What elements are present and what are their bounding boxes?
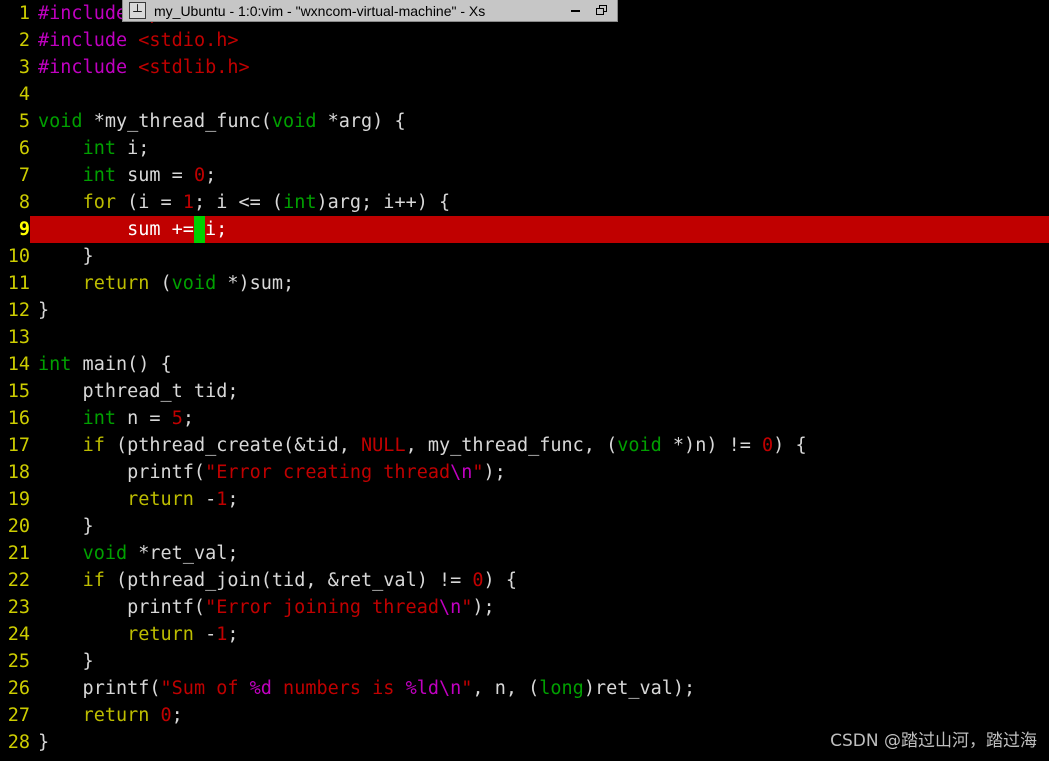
line-number: 18 — [7, 462, 30, 483]
line-content: void *ret_val; — [82, 543, 239, 564]
code-line[interactable]: 24 return -1; — [0, 621, 1049, 648]
code-line[interactable]: 11 return (void *)sum; — [0, 270, 1049, 297]
minimize-icon — [570, 9, 580, 12]
code-line[interactable]: 4 — [0, 81, 1049, 108]
line-number: 13 — [7, 327, 30, 348]
line-content: void *my_thread_func(void *arg) { — [38, 111, 406, 132]
line-content: } — [38, 651, 94, 672]
line-number: 23 — [7, 597, 30, 618]
line-number: 16 — [7, 408, 30, 429]
code-line[interactable]: 19 return -1; — [0, 486, 1049, 513]
vim-window-icon[interactable]: ┴ — [129, 2, 146, 19]
code-line[interactable]: 7 int sum = 0; — [0, 162, 1049, 189]
line-number: 12 — [7, 300, 30, 321]
line-number: 5 — [18, 111, 30, 132]
window-titlebar[interactable]: ┴ my_Ubuntu - 1:0:vim - "wxncom-virtual-… — [122, 0, 618, 22]
line-content: int main() { — [38, 354, 172, 375]
line-content: } — [38, 732, 50, 753]
code-line[interactable]: 25 } — [0, 648, 1049, 675]
line-number: 3 — [18, 57, 30, 78]
minimize-button[interactable] — [567, 3, 583, 19]
line-content: printf("Error joining thread\n"); — [38, 597, 495, 618]
line-content: return -1; — [127, 489, 239, 510]
line-number: 26 — [7, 678, 30, 699]
line-content: if (pthread_create(&tid, NULL, my_thread… — [82, 435, 807, 456]
line-content: int i; — [82, 138, 150, 159]
line-number: 14 — [7, 354, 30, 375]
code-line[interactable]: 8 for (i = 1; i <= (int)arg; i++) { — [0, 189, 1049, 216]
code-line[interactable]: 17 if (pthread_create(&tid, NULL, my_thr… — [0, 432, 1049, 459]
line-number: 7 — [18, 165, 30, 186]
line-content: #include <stdlib.h> — [38, 57, 250, 78]
restore-icon — [595, 5, 607, 16]
line-content: printf("Sum of %d numbers is %ld\n", n, … — [38, 678, 696, 699]
window-controls — [567, 3, 609, 19]
code-line[interactable]: 10 } — [0, 243, 1049, 270]
line-number: 17 — [7, 435, 30, 456]
line-number: 6 — [18, 138, 30, 159]
line-number: 8 — [18, 192, 30, 213]
line-number: 11 — [7, 273, 30, 294]
terminal-screen: 1#include <pthread.h> 2#include <stdio.h… — [0, 0, 1049, 761]
line-content: if (pthread_join(tid, &ret_val) != 0) { — [82, 570, 517, 591]
code-line[interactable]: 5 void *my_thread_func(void *arg) { — [0, 108, 1049, 135]
code-line[interactable]: 3 #include <stdlib.h> — [0, 54, 1049, 81]
code-line[interactable]: 13 — [0, 324, 1049, 351]
line-number: 27 — [7, 705, 30, 726]
line-number: 4 — [18, 84, 30, 105]
line-content: } — [38, 246, 94, 267]
code-line[interactable]: 27 return 0; — [0, 702, 1049, 729]
line-number: 9 — [0, 216, 30, 243]
line-content: } — [38, 516, 94, 537]
line-content: return (void *)sum; — [82, 273, 295, 294]
code-line[interactable]: 20 } — [0, 513, 1049, 540]
line-content: #include <stdio.h> — [38, 30, 239, 51]
code-line[interactable]: 14 int main() { — [0, 351, 1049, 378]
line-content: } — [38, 300, 50, 321]
code-line[interactable]: 23 printf("Error joining thread\n"); — [0, 594, 1049, 621]
line-content: pthread_t tid; — [38, 381, 239, 402]
line-number: 2 — [18, 30, 30, 51]
line-content: printf("Error creating thread\n"); — [38, 462, 506, 483]
line-content: int n = 5; — [82, 408, 194, 429]
line-number: 10 — [7, 246, 30, 267]
line-content: int sum = 0; — [82, 165, 217, 186]
restore-button[interactable] — [593, 3, 609, 19]
line-number: 28 — [7, 732, 30, 753]
line-number: 22 — [7, 570, 30, 591]
code-line[interactable]: 22 if (pthread_join(tid, &ret_val) != 0)… — [0, 567, 1049, 594]
window-title: my_Ubuntu - 1:0:vim - "wxncom-virtual-ma… — [154, 2, 486, 19]
code-line[interactable]: 18 printf("Error creating thread\n"); — [0, 459, 1049, 486]
vim-text-buffer[interactable]: 1#include <pthread.h> 2#include <stdio.h… — [0, 0, 1049, 761]
code-line[interactable]: 12} — [0, 297, 1049, 324]
code-line[interactable]: 26 printf("Sum of %d numbers is %ld\n", … — [0, 675, 1049, 702]
line-content: return 0; — [82, 705, 183, 726]
line-number: 21 — [7, 543, 30, 564]
code-line[interactable]: 6 int i; — [0, 135, 1049, 162]
line-number: 19 — [7, 489, 30, 510]
code-line-cursor[interactable]: 9 sum += i; — [0, 216, 1049, 243]
code-line[interactable]: 15 pthread_t tid; — [0, 378, 1049, 405]
code-line[interactable]: 16 int n = 5; — [0, 405, 1049, 432]
code-line[interactable]: 2 #include <stdio.h> — [0, 27, 1049, 54]
line-number: 20 — [7, 516, 30, 537]
line-number: 1 — [18, 3, 30, 24]
csdn-watermark: CSDN @踏过山河，踏过海 — [830, 731, 1037, 751]
line-content: return -1; — [127, 624, 239, 645]
line-number: 15 — [7, 381, 30, 402]
cursor-block — [193, 216, 205, 243]
line-content: for (i = 1; i <= (int)arg; i++) { — [82, 192, 451, 213]
code-line[interactable]: 21 void *ret_val; — [0, 540, 1049, 567]
line-content: sum += i; — [30, 216, 227, 243]
line-number: 25 — [7, 651, 30, 672]
line-number: 24 — [7, 624, 30, 645]
